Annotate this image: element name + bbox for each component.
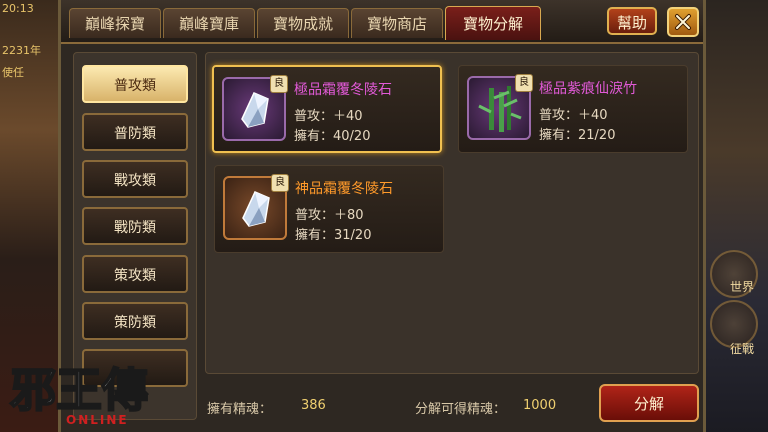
item-card[interactable]: 良 極品紫痕仙淚竹 普攻：＋40 擁有：21/20 bbox=[458, 65, 688, 153]
own-essence-label: 擁有精魂： bbox=[207, 402, 273, 417]
category-war-attack[interactable]: 戰攻類 bbox=[82, 160, 188, 198]
background-text: 使任 bbox=[2, 66, 24, 79]
svg-text:邪王傳: 邪王傳 bbox=[10, 363, 148, 417]
background-right-scene: 世界 征戰 bbox=[702, 0, 768, 432]
item-icon-frame: 良 bbox=[223, 174, 289, 240]
world-label: 世界 bbox=[729, 280, 754, 294]
item-owned: 擁有：31/20 bbox=[295, 228, 372, 243]
own-essence-value: 386 bbox=[301, 398, 326, 413]
gain-essence-value: 1000 bbox=[523, 398, 557, 413]
close-button[interactable] bbox=[667, 7, 699, 37]
help-button[interactable]: 幫助 bbox=[607, 7, 657, 35]
tab-peak-explore[interactable]: 巔峰探寶 bbox=[69, 8, 161, 38]
category-normal-defense[interactable]: 普防類 bbox=[82, 113, 188, 151]
item-owned: 擁有：21/20 bbox=[539, 128, 616, 143]
category-war-defense[interactable]: 戰防類 bbox=[82, 207, 188, 245]
battle-label: 征戰 bbox=[729, 342, 754, 356]
item-stat: 普攻：＋80 bbox=[295, 208, 364, 223]
item-grid: 良 極品霜覆冬陵石 普攻：＋40 擁有：40/20 良 極品紫痕仙淚竹 普攻：＋… bbox=[205, 52, 699, 374]
item-card[interactable]: 良 極品霜覆冬陵石 普攻：＋40 擁有：40/20 bbox=[212, 65, 442, 153]
item-name: 極品紫痕仙淚竹 bbox=[539, 81, 637, 97]
tab-peak-vault[interactable]: 巔峰寶庫 bbox=[163, 8, 255, 38]
clock-text: 20:13 bbox=[2, 2, 34, 15]
category-strategy-attack[interactable]: 策攻類 bbox=[82, 255, 188, 293]
item-name: 神品霜覆冬陵石 bbox=[295, 181, 393, 197]
item-stat: 普攻：＋40 bbox=[539, 108, 608, 123]
game-logo: 邪王傳 ONLINE bbox=[9, 362, 149, 427]
footer-bar: 擁有精魂： 386 分解可得精魂： 1000 分解 bbox=[205, 384, 699, 424]
grade-badge: 良 bbox=[270, 75, 288, 93]
tab-shop[interactable]: 寶物商店 bbox=[351, 8, 443, 38]
background-text: 2231年 bbox=[2, 44, 41, 57]
close-icon bbox=[675, 14, 691, 30]
item-name: 極品霜覆冬陵石 bbox=[294, 82, 392, 98]
tab-achievements[interactable]: 寶物成就 bbox=[257, 8, 349, 38]
svg-text:ONLINE: ONLINE bbox=[66, 413, 129, 427]
tab-decompose[interactable]: 寶物分解 bbox=[445, 6, 541, 40]
item-owned: 擁有：40/20 bbox=[294, 129, 371, 144]
item-icon-frame: 良 bbox=[222, 75, 288, 141]
grade-badge: 良 bbox=[515, 74, 533, 92]
grade-badge: 良 bbox=[271, 174, 289, 192]
decompose-button[interactable]: 分解 bbox=[599, 384, 699, 422]
tab-bar: 巔峰探寶 巔峰寶庫 寶物成就 寶物商店 寶物分解 幫助 bbox=[61, 0, 703, 44]
gain-essence-label: 分解可得精魂： bbox=[415, 402, 507, 417]
item-icon-frame: 良 bbox=[467, 74, 533, 140]
item-stat: 普攻：＋40 bbox=[294, 109, 363, 124]
category-normal-attack[interactable]: 普攻類 bbox=[82, 65, 188, 103]
category-strategy-defense[interactable]: 策防類 bbox=[82, 302, 188, 340]
item-card[interactable]: 良 神品霜覆冬陵石 普攻：＋80 擁有：31/20 bbox=[214, 165, 444, 253]
